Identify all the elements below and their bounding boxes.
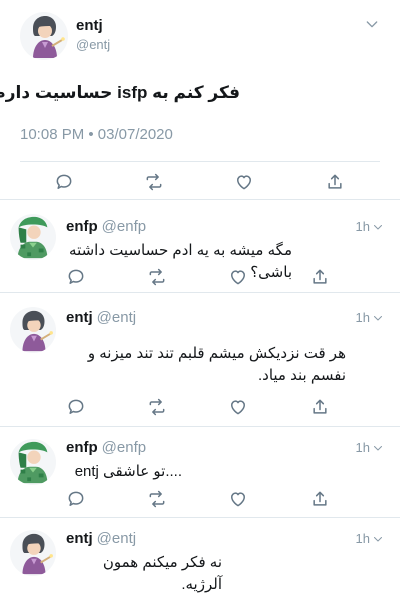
avatar[interactable] bbox=[10, 530, 56, 576]
author-handle[interactable]: @entj bbox=[76, 37, 110, 52]
author-name[interactable]: entj bbox=[76, 17, 103, 34]
retweet-icon[interactable] bbox=[147, 489, 167, 509]
retweet-icon[interactable] bbox=[147, 397, 167, 417]
main-tweet: entj @entj فکر کنم به isfp حساسیت دارم 1… bbox=[0, 0, 400, 200]
reply-icon[interactable] bbox=[66, 267, 86, 287]
reply-tweet[interactable]: enfp @enfp 1h ....تو عاشقی entj bbox=[0, 427, 400, 517]
reply-time: 1h bbox=[355, 440, 370, 455]
reply-time: 1h bbox=[355, 219, 370, 234]
author-name[interactable]: enfp @enfp bbox=[66, 218, 146, 235]
retweet-icon[interactable] bbox=[147, 267, 167, 287]
like-icon[interactable] bbox=[228, 489, 248, 509]
avatar[interactable] bbox=[10, 307, 56, 353]
action-bar bbox=[0, 171, 400, 195]
author-name[interactable]: entj @entj bbox=[66, 309, 136, 326]
avatar[interactable] bbox=[10, 214, 56, 260]
author-handle[interactable]: @entj bbox=[97, 530, 136, 547]
author-handle[interactable]: @enfp bbox=[102, 218, 146, 235]
chevron-down-icon[interactable] bbox=[372, 532, 384, 544]
reply-time: 1h bbox=[355, 310, 370, 325]
share-icon[interactable] bbox=[310, 397, 330, 417]
avatar[interactable] bbox=[10, 439, 56, 485]
chevron-down-icon[interactable] bbox=[372, 220, 384, 232]
reply-tweet[interactable]: entj @entj 1h نه فکر میکنم همون آلرژیه. bbox=[0, 518, 400, 607]
reply-text: مگه میشه به یه ادم حساسیت داشته باشی؟ bbox=[69, 242, 292, 281]
reply-time: 1h bbox=[355, 531, 370, 546]
reply-icon[interactable] bbox=[66, 489, 86, 509]
retweet-icon[interactable] bbox=[144, 172, 164, 192]
reply-text: نه فکر میکنم همون آلرژیه. bbox=[102, 554, 222, 593]
like-icon[interactable] bbox=[228, 397, 248, 417]
avatar[interactable] bbox=[20, 12, 68, 60]
chevron-down-icon[interactable] bbox=[372, 441, 384, 453]
author-name[interactable]: entj @entj bbox=[66, 530, 136, 547]
reply-icon[interactable] bbox=[54, 172, 74, 192]
author-name[interactable]: enfp @enfp bbox=[66, 439, 146, 456]
reply-tweet[interactable]: entj @entj 1h هر قت نزدیکش میشم قلبم تند … bbox=[0, 293, 400, 425]
chevron-down-icon[interactable] bbox=[364, 16, 380, 32]
tweet-text: فکر کنم به isfp حساسیت دارم bbox=[0, 83, 240, 102]
reply-text: ....تو عاشقی entj bbox=[74, 463, 182, 480]
like-icon[interactable] bbox=[228, 267, 248, 287]
like-icon[interactable] bbox=[234, 172, 254, 192]
chevron-down-icon[interactable] bbox=[372, 311, 384, 323]
reply-icon[interactable] bbox=[66, 397, 86, 417]
share-icon[interactable] bbox=[310, 267, 330, 287]
tweet-timestamp[interactable]: 10:08 PM • 03/07/2020 bbox=[20, 126, 173, 143]
author-handle[interactable]: @entj bbox=[97, 309, 136, 326]
reply-tweet[interactable]: enfp @enfp 1h مگه میشه به یه ادم حساسیت د… bbox=[0, 200, 400, 290]
share-icon[interactable] bbox=[325, 172, 345, 192]
reply-text: هر قت نزدیکش میشم قلبم تند تند میزنه و ن… bbox=[87, 345, 346, 384]
divider bbox=[20, 161, 380, 162]
author-handle[interactable]: @enfp bbox=[102, 439, 146, 456]
share-icon[interactable] bbox=[310, 489, 330, 509]
